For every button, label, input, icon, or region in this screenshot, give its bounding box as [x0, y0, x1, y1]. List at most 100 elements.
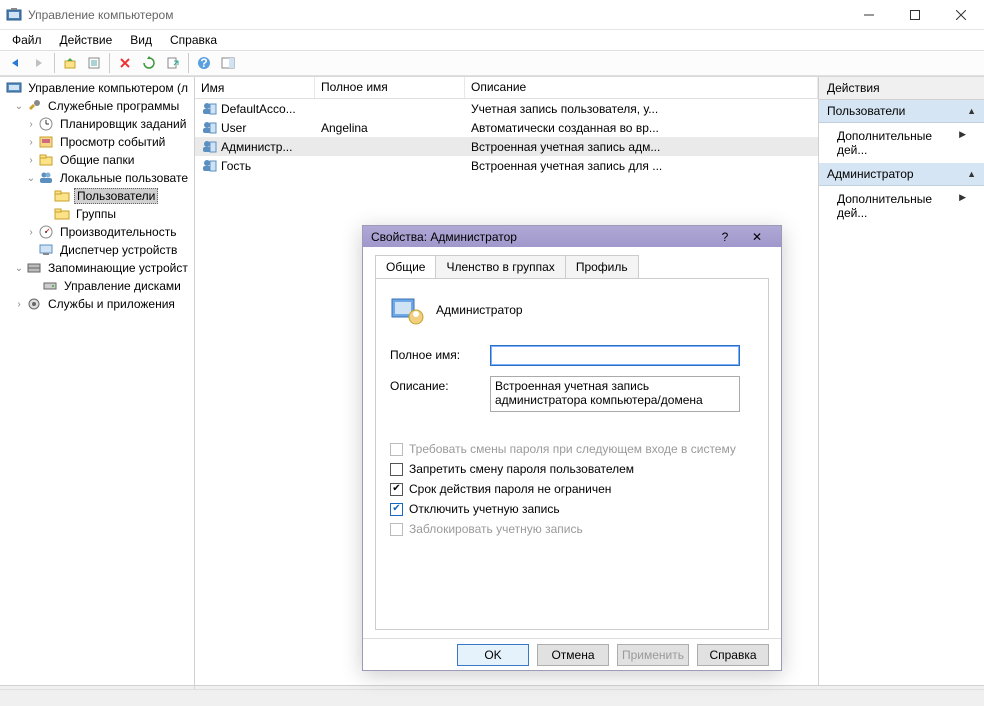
collapse-icon[interactable]: ⌄: [12, 101, 26, 112]
user-icon: [201, 121, 217, 135]
tree-diskmgr[interactable]: Управление дисками: [0, 277, 194, 295]
delete-button[interactable]: [114, 52, 136, 74]
apply-button[interactable]: Применить: [617, 644, 689, 666]
input-fullname[interactable]: [490, 345, 740, 366]
titlebar: Управление компьютером: [0, 0, 984, 30]
tree-storage[interactable]: ⌄ Запоминающие устройст: [0, 259, 194, 277]
user-icon: [390, 293, 424, 327]
col-name[interactable]: Имя: [195, 77, 315, 98]
tree-pane: Управление компьютером (л ⌄ Служебные пр…: [0, 77, 195, 685]
tree-root[interactable]: Управление компьютером (л: [0, 79, 194, 97]
dialog-close-button[interactable]: ✕: [741, 230, 773, 244]
forward-button[interactable]: [28, 52, 50, 74]
list-item[interactable]: Администр...Встроенная учетная запись ад…: [195, 137, 818, 156]
tree-services[interactable]: › Службы и приложения: [0, 295, 194, 313]
expand-icon[interactable]: ›: [24, 227, 38, 238]
expand-icon[interactable]: ›: [24, 119, 38, 130]
label-description: Описание:: [390, 376, 490, 393]
disk-icon: [42, 278, 58, 294]
tree-local-users[interactable]: ⌄ Локальные пользовате: [0, 169, 194, 187]
tab-pane: Администратор Полное имя: Описание: Встр…: [375, 278, 769, 630]
check-require-change: Требовать смены пароля при следующем вхо…: [390, 442, 754, 456]
cancel-button[interactable]: Отмена: [537, 644, 609, 666]
menu-help[interactable]: Справка: [162, 31, 225, 49]
minimize-button[interactable]: [846, 0, 892, 30]
action-pane-button[interactable]: [217, 52, 239, 74]
collapse-icon: ▲: [967, 106, 976, 116]
actions-more-2[interactable]: Дополнительные дей...▶: [819, 186, 984, 226]
services-icon: [26, 296, 42, 312]
tree-system-tools[interactable]: ⌄ Служебные программы: [0, 97, 194, 115]
checkbox-icon: [390, 463, 403, 476]
menu-action[interactable]: Действие: [52, 31, 121, 49]
export-button[interactable]: [162, 52, 184, 74]
user-icon: [201, 102, 217, 116]
user-icon: [201, 159, 217, 173]
check-no-change[interactable]: Запретить смену пароля пользователем: [390, 462, 754, 476]
checkbox-icon: [390, 523, 403, 536]
dialog-body: Общие Членство в группах Профиль Админис…: [363, 247, 781, 638]
up-button[interactable]: [59, 52, 81, 74]
menu-file[interactable]: Файл: [4, 31, 50, 49]
list-item[interactable]: ГостьВстроенная учетная запись для ...: [195, 156, 818, 175]
svg-text:?: ?: [200, 56, 207, 70]
toolbar: ?: [0, 50, 984, 76]
back-button[interactable]: [4, 52, 26, 74]
actions-more-1[interactable]: Дополнительные дей...▶: [819, 123, 984, 163]
help-button[interactable]: Справка: [697, 644, 769, 666]
tree-shared[interactable]: › Общие папки: [0, 151, 194, 169]
ok-button[interactable]: OK: [457, 644, 529, 666]
actions-group-admin[interactable]: Администратор▲: [819, 163, 984, 186]
dialog-help-button[interactable]: ?: [709, 230, 741, 244]
shared-icon: [38, 152, 54, 168]
actions-header: Действия: [819, 77, 984, 100]
collapse-icon[interactable]: ⌄: [12, 263, 26, 274]
users-group-icon: [38, 170, 54, 186]
input-description[interactable]: Встроенная учетная запись администратора…: [490, 376, 740, 412]
list-item[interactable]: UserAngelinaАвтоматически созданная во в…: [195, 118, 818, 137]
collapse-icon: ▲: [967, 169, 976, 179]
list-header: Имя Полное имя Описание: [195, 77, 818, 99]
checkbox-icon: [390, 443, 403, 456]
expand-icon[interactable]: ›: [24, 155, 38, 166]
tree-scheduler[interactable]: › Планировщик заданий: [0, 115, 194, 133]
clock-icon: [38, 116, 54, 132]
check-locked: Заблокировать учетную запись: [390, 522, 754, 536]
collapse-icon[interactable]: ⌄: [24, 173, 38, 184]
tree-performance[interactable]: › Производительность: [0, 223, 194, 241]
properties-button[interactable]: [83, 52, 105, 74]
tab-profile[interactable]: Профиль: [565, 255, 639, 278]
dialog-username: Администратор: [436, 303, 523, 317]
menu-view[interactable]: Вид: [122, 31, 160, 49]
close-button[interactable]: [938, 0, 984, 30]
chevron-right-icon: ▶: [959, 192, 966, 220]
label-fullname: Полное имя:: [390, 345, 490, 362]
menubar: Файл Действие Вид Справка: [0, 30, 984, 50]
chevron-right-icon: ▶: [959, 129, 966, 157]
tree-groups[interactable]: Группы: [0, 205, 194, 223]
storage-icon: [26, 260, 42, 276]
check-disable[interactable]: ✔ Отключить учетную запись: [390, 502, 754, 516]
tools-icon: [26, 98, 42, 114]
maximize-button[interactable]: [892, 0, 938, 30]
expand-icon[interactable]: ›: [12, 299, 26, 310]
refresh-button[interactable]: [138, 52, 160, 74]
tree-events[interactable]: › Просмотр событий: [0, 133, 194, 151]
tab-member[interactable]: Членство в группах: [435, 255, 565, 278]
help-button[interactable]: ?: [193, 52, 215, 74]
properties-dialog: Свойства: Администратор ? ✕ Общие Членст…: [362, 225, 782, 671]
device-icon: [38, 242, 54, 258]
expand-icon[interactable]: ›: [24, 137, 38, 148]
list-item[interactable]: DefaultAcco...Учетная запись пользовател…: [195, 99, 818, 118]
col-desc[interactable]: Описание: [465, 77, 818, 98]
window-title: Управление компьютером: [28, 8, 846, 22]
tab-general[interactable]: Общие: [375, 255, 436, 278]
col-fullname[interactable]: Полное имя: [315, 77, 465, 98]
folder-icon: [54, 188, 70, 204]
tree-users[interactable]: Пользователи: [0, 187, 194, 205]
dialog-titlebar[interactable]: Свойства: Администратор ? ✕: [363, 226, 781, 247]
check-never-expire[interactable]: ✔ Срок действия пароля не ограничен: [390, 482, 754, 496]
actions-group-users[interactable]: Пользователи▲: [819, 100, 984, 123]
tree-devmgr[interactable]: Диспетчер устройств: [0, 241, 194, 259]
folder-icon: [54, 206, 70, 222]
